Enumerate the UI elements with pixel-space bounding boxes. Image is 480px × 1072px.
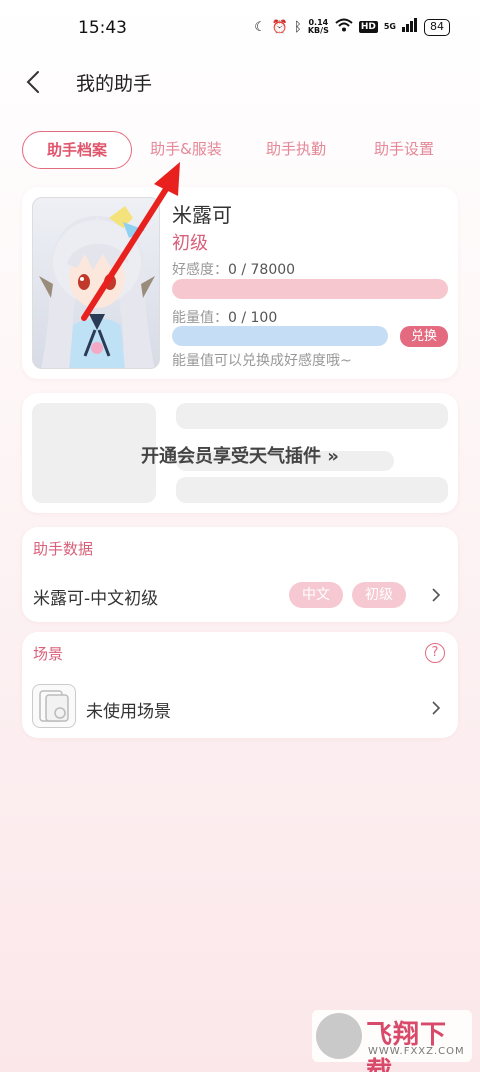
assistant-name: 米露可 xyxy=(172,203,232,227)
energy-progress-bar xyxy=(172,326,388,346)
tag-language: 中文 xyxy=(289,582,343,608)
favor-label: 好感度：0 / 78000 xyxy=(172,262,296,278)
profile-card: 米露可 初级 好感度：0 / 78000 能量值：0 / 100 兑换 能量值可… xyxy=(22,187,458,379)
assistant-data-row-label[interactable]: 米露可-中文初级 xyxy=(33,584,158,609)
site-watermark: 飞翔下载 WWW.FXXZ.COM xyxy=(312,1010,472,1072)
hd-badge: HD xyxy=(358,21,378,33)
tab-assistant-settings[interactable]: 助手设置 xyxy=(356,131,452,169)
scene-row-label[interactable]: 未使用场景 xyxy=(86,697,171,722)
watermark-text: 飞翔下载 xyxy=(366,1020,448,1072)
weather-placeholder-line xyxy=(176,403,448,429)
status-time: 15:43 xyxy=(78,18,127,38)
assistant-data-card: 助手数据 米露可-中文初级 中文 初级 xyxy=(22,527,458,622)
energy-label: 能量值：0 / 100 xyxy=(172,310,278,326)
moon-icon: ☾ xyxy=(254,19,266,35)
wifi-icon xyxy=(335,18,353,36)
favor-progress-bar xyxy=(172,279,448,299)
net-speed: 0.14 KB/S xyxy=(308,19,329,35)
energy-value: 0 / 100 xyxy=(228,310,278,326)
tab-assistant-duty[interactable]: 助手执勤 xyxy=(248,131,344,169)
tab-bar: 助手档案 助手&服装 助手执勤 助手设置 xyxy=(22,131,462,169)
back-arrow-icon xyxy=(26,71,39,93)
redeem-button[interactable]: 兑换 xyxy=(400,326,448,347)
scene-title: 场景 xyxy=(33,645,64,663)
header: 我的助手 xyxy=(0,56,480,108)
scene-card-icon xyxy=(32,684,76,728)
tab-profile[interactable]: 助手档案 xyxy=(22,131,132,169)
assistant-data-title: 助手数据 xyxy=(33,540,94,558)
signal-bars-icon xyxy=(402,18,418,36)
status-bar: 15:43 ☾ ⏰ ᛒ 0.14 KB/S HD 5G 84 xyxy=(0,0,480,56)
status-icons: ☾ ⏰ ᛒ 0.14 KB/S HD 5G 84 xyxy=(254,18,450,36)
vip-weather-cta[interactable]: 开通会员享受天气插件 » xyxy=(22,442,458,468)
tag-level: 初级 xyxy=(352,582,406,608)
page-title: 我的助手 xyxy=(76,73,153,95)
back-button[interactable] xyxy=(20,66,52,98)
battery-icon: 84 xyxy=(424,18,450,36)
net-speed-unit: KB/S xyxy=(307,26,329,35)
favor-value: 0 / 78000 xyxy=(228,262,296,278)
tab-assistant-outfit[interactable]: 助手&服装 xyxy=(134,131,238,169)
weather-placeholder-line xyxy=(176,477,448,503)
watermark-logo xyxy=(316,1013,362,1059)
cellular-signal-icon: 5G xyxy=(383,22,396,31)
assistant-avatar[interactable] xyxy=(32,197,160,369)
chevron-right-icon[interactable] xyxy=(428,700,444,716)
chevron-right-icon[interactable] xyxy=(428,587,444,603)
energy-tip: 能量值可以兑换成好感度哦~ xyxy=(172,353,352,369)
weather-plugin-card[interactable]: 开通会员享受天气插件 » xyxy=(22,393,458,513)
bluetooth-icon: ᛒ xyxy=(294,19,302,35)
help-icon[interactable]: ? xyxy=(425,643,445,663)
watermark-url: WWW.FXXZ.COM xyxy=(368,1046,465,1057)
alarm-icon: ⏰ xyxy=(271,19,289,35)
assistant-level: 初级 xyxy=(172,233,208,254)
scene-card: 场景 ? 未使用场景 xyxy=(22,632,458,738)
